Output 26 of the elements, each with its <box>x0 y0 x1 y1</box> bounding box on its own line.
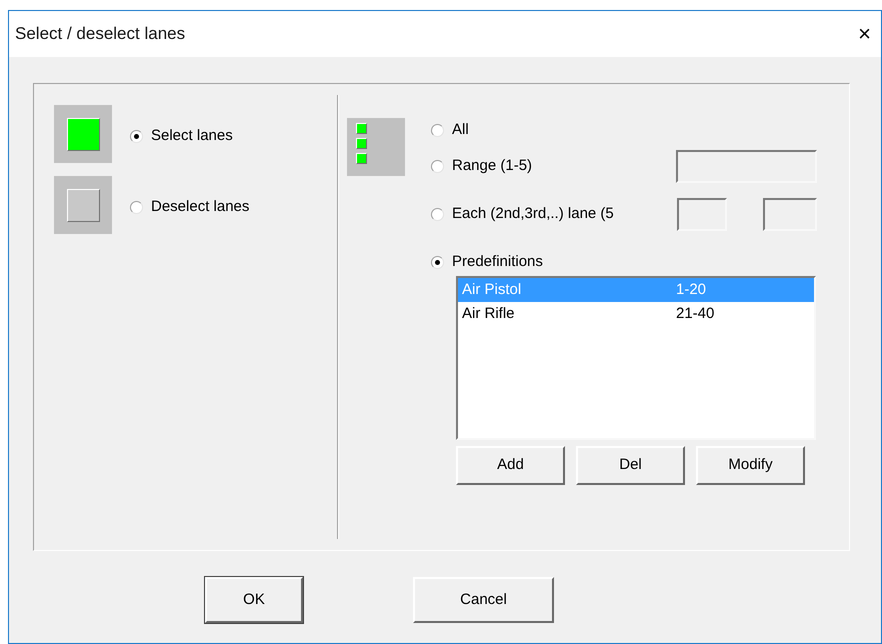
close-button[interactable]: × <box>858 23 871 45</box>
lane-swatch-icon <box>54 176 112 234</box>
radio-button[interactable] <box>130 130 143 143</box>
list-action-button[interactable]: Add <box>456 446 565 485</box>
radio-button[interactable] <box>431 160 444 172</box>
dialog-button[interactable]: Cancel <box>413 577 554 623</box>
radio-label: All <box>452 120 469 140</box>
radio-label: Deselect lanes <box>151 197 250 217</box>
radio-button[interactable] <box>431 208 444 220</box>
radio-label: Predefinitions <box>452 252 543 272</box>
list-action-button[interactable]: Modify <box>696 446 805 485</box>
radio-button[interactable] <box>431 256 444 268</box>
radio-button[interactable] <box>431 124 444 136</box>
radio-label: Select lanes <box>151 126 233 146</box>
step-field[interactable] <box>677 198 727 230</box>
window-title: Select / deselect lanes <box>15 23 186 46</box>
dialog-button[interactable]: OK <box>205 577 303 623</box>
radio-label: Range (1-5) <box>452 156 532 176</box>
lane-swatch-icon <box>54 105 112 163</box>
list-action-button[interactable]: Del <box>576 446 685 485</box>
radio-button[interactable] <box>130 200 143 214</box>
list-item[interactable]: Air Rifle 21-40 <box>458 302 814 326</box>
lanes-icon <box>347 118 405 176</box>
radio-label: Each (2nd,3rd,..) lane (5 <box>452 204 614 224</box>
offset-field[interactable] <box>763 198 817 230</box>
range-field[interactable] <box>676 150 817 182</box>
